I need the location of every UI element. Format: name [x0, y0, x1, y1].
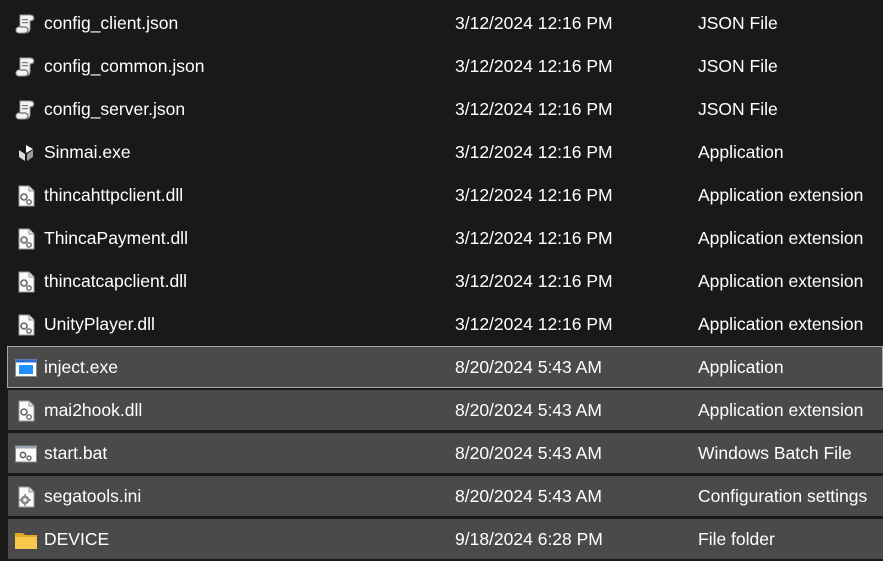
- file-name: start.bat: [44, 443, 108, 463]
- file-date-modified: 3/12/2024 12:16 PM: [455, 99, 613, 119]
- batch-gear-icon: [14, 442, 38, 466]
- file-row[interactable]: inject.exe 8/20/2024 5:43 AM Application: [0, 346, 883, 389]
- file-date-modified: 9/18/2024 6:28 PM: [455, 529, 603, 549]
- file-name: config_server.json: [44, 99, 186, 119]
- file-name: DEVICE: [44, 529, 110, 549]
- json-script-icon: [14, 55, 38, 79]
- file-row[interactable]: ThincaPayment.dll 3/12/2024 12:16 PM Appli…: [0, 217, 883, 260]
- file-date-modified: 3/12/2024 12:16 PM: [455, 142, 613, 162]
- file-name: config_client.json: [44, 13, 179, 33]
- file-type: Application extension: [698, 185, 864, 205]
- file-row[interactable]: config_client.json 3/12/2024 12:16 PM JSON…: [0, 2, 883, 45]
- file-type: Application: [698, 357, 784, 377]
- file-date-modified: 8/20/2024 5:43 AM: [455, 357, 602, 377]
- file-name: config_common.json: [44, 56, 205, 76]
- file-date-modified: 3/12/2024 12:16 PM: [455, 13, 613, 33]
- file-name: mai2hook.dll: [44, 400, 143, 420]
- file-row[interactable]: Sinmai.exe 3/12/2024 12:16 PM Application: [0, 131, 883, 174]
- ini-settings-icon: [14, 485, 38, 509]
- file-type: Application extension: [698, 228, 864, 248]
- file-type: JSON File: [698, 13, 778, 33]
- file-type: Configuration settings: [698, 486, 868, 506]
- file-type: Application extension: [698, 271, 864, 291]
- dll-gear-icon: [14, 313, 38, 337]
- file-row[interactable]: DEVICE 9/18/2024 6:28 PM File folder: [0, 518, 883, 561]
- file-row[interactable]: segatools.ini 8/20/2024 5:43 AM Configurat…: [0, 475, 883, 518]
- json-script-icon: [14, 12, 38, 36]
- file-row[interactable]: config_common.json 3/12/2024 12:16 PM JSON…: [0, 45, 883, 88]
- file-type: Windows Batch File: [698, 443, 852, 463]
- file-name: thincahttpclient.dll: [44, 185, 184, 205]
- file-name: thincatcapclient.dll: [44, 271, 187, 291]
- dll-gear-icon: [14, 399, 38, 423]
- file-date-modified: 3/12/2024 12:16 PM: [455, 185, 613, 205]
- file-list: config_client.json 3/12/2024 12:16 PM JSON…: [0, 2, 883, 561]
- file-row[interactable]: thincatcapclient.dll 3/12/2024 12:16 PM Ap…: [0, 260, 883, 303]
- file-date-modified: 8/20/2024 5:43 AM: [455, 400, 602, 420]
- file-date-modified: 3/12/2024 12:16 PM: [455, 314, 613, 334]
- file-type: Application extension: [698, 400, 864, 420]
- file-name: ThincaPayment.dll: [44, 228, 188, 248]
- file-row[interactable]: start.bat 8/20/2024 5:43 AM Windows Batch …: [0, 432, 883, 475]
- file-row[interactable]: UnityPlayer.dll 3/12/2024 12:16 PM Applica…: [0, 303, 883, 346]
- dll-gear-icon: [14, 270, 38, 294]
- file-date-modified: 3/12/2024 12:16 PM: [455, 56, 613, 76]
- exe-window-icon: [14, 356, 38, 380]
- file-type: Application: [698, 142, 784, 162]
- file-type: File folder: [698, 529, 775, 549]
- file-type: JSON File: [698, 56, 778, 76]
- folder-icon: [14, 528, 38, 552]
- file-date-modified: 8/20/2024 5:43 AM: [455, 443, 602, 463]
- dll-gear-icon: [14, 227, 38, 251]
- dll-gear-icon: [14, 184, 38, 208]
- file-type: Application extension: [698, 314, 864, 334]
- file-name: UnityPlayer.dll: [44, 314, 155, 334]
- file-row[interactable]: thincahttpclient.dll 3/12/2024 12:16 PM Ap…: [0, 174, 883, 217]
- json-script-icon: [14, 98, 38, 122]
- file-name: Sinmai.exe: [44, 142, 131, 162]
- unity-app-icon: [14, 141, 38, 165]
- file-name: inject.exe: [44, 357, 118, 377]
- file-row[interactable]: config_server.json 3/12/2024 12:16 PM JSON…: [0, 88, 883, 131]
- file-type: JSON File: [698, 99, 778, 119]
- file-row[interactable]: mai2hook.dll 8/20/2024 5:43 AM Application…: [0, 389, 883, 432]
- file-date-modified: 3/12/2024 12:16 PM: [455, 228, 613, 248]
- file-date-modified: 8/20/2024 5:43 AM: [455, 486, 602, 506]
- file-name: segatools.ini: [44, 486, 142, 506]
- file-date-modified: 3/12/2024 12:16 PM: [455, 271, 613, 291]
